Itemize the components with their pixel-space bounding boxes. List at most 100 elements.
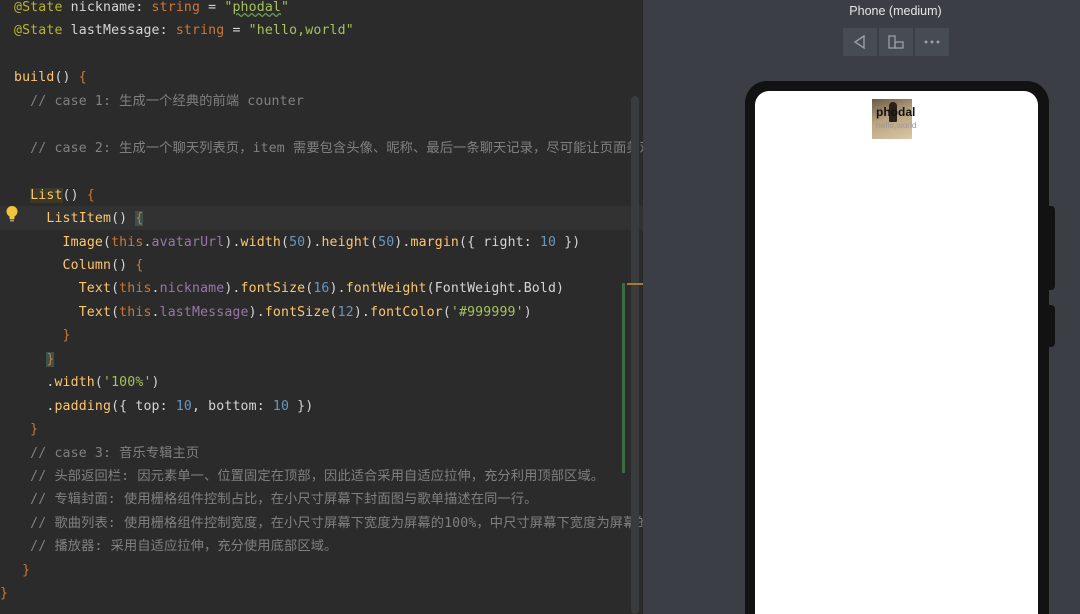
code-line[interactable]: } [14, 559, 30, 583]
code-token: } [14, 422, 39, 438]
code-token: ( [111, 304, 120, 320]
back-button[interactable] [843, 28, 877, 56]
code-token: ). [224, 281, 241, 297]
code-line[interactable]: // 播放器: 采用自适应拉伸，充分使用底部区域。 [14, 535, 337, 559]
list-item[interactable]: phodal hello,world [872, 99, 932, 139]
code-token: ). [353, 304, 370, 320]
code-token: = [200, 0, 225, 15]
code-token: ( [281, 234, 290, 250]
code-token: { [135, 211, 144, 227]
code-token: . [151, 281, 160, 297]
code-token: Text [78, 281, 112, 297]
code-token: string [151, 0, 201, 15]
code-editor[interactable]: @State nickname: string = "phodal" @State… [0, 0, 643, 614]
code-token: ( [442, 304, 451, 320]
code-token: 50 [378, 234, 395, 250]
code-token: " [281, 0, 290, 15]
code-token: '#999999' [450, 304, 524, 320]
code-token: ({ top: [111, 398, 176, 414]
code-token: () [111, 211, 136, 227]
code-line[interactable]: } [14, 418, 38, 442]
code-token: fontWeight [345, 281, 427, 297]
code-line[interactable]: } [0, 582, 8, 606]
code-token: , bottom: [192, 398, 273, 414]
code-line[interactable]: @State lastMessage: string = "hello,worl… [14, 19, 354, 43]
code-token: // case 3: 音乐专辑主页 [14, 445, 200, 461]
rotate-button[interactable] [879, 28, 913, 56]
code-line[interactable]: Text(this.lastMessage).fontSize(12).font… [14, 301, 532, 325]
code-token: ListItem [46, 211, 112, 227]
code-token: ). [394, 234, 411, 250]
code-token: ). [329, 281, 346, 297]
code-line[interactable]: .padding({ top: 10, bottom: 10 }) [14, 395, 313, 419]
code-token: ( [370, 234, 379, 250]
code-token: 10 [175, 398, 192, 414]
code-token: = [224, 23, 249, 39]
code-token: // case 1: 生成一个经典的前端 counter [14, 93, 304, 109]
code-token: ( [329, 304, 338, 320]
code-token: ). [305, 234, 322, 250]
code-token: () [111, 257, 136, 273]
code-line[interactable]: Text(this.nickname).fontSize(16).fontWei… [14, 277, 564, 301]
code-line[interactable]: } [14, 324, 71, 348]
nickname-text: phodal [876, 105, 916, 119]
code-token: Image [62, 234, 103, 250]
code-token: // 头部返回栏: 因元素单一、位置固定在顶部，因此适合采用自适应拉伸，充分利用… [14, 469, 605, 484]
code-token: fontColor [370, 304, 443, 320]
more-button[interactable] [915, 28, 949, 56]
code-token: . [151, 304, 160, 320]
code-token: lastMessage: [70, 23, 176, 39]
code-token: // 歌曲列表: 使用栅格组件控制宽度，在小尺寸屏幕下宽度为屏幕的100%，中尺… [14, 515, 643, 531]
code-token: @State [14, 23, 71, 39]
code-token: () [54, 70, 79, 86]
code-token: // 专辑封面: 使用栅格组件控制占比，在小尺寸屏幕下封面图与歌单描述在同一行。 [14, 492, 538, 508]
code-line[interactable]: // case 2: 生成一个聊天列表页，item 需要包含头像、昵称、最后一条… [14, 137, 643, 161]
code-line[interactable]: // 歌曲列表: 使用栅格组件控制宽度，在小尺寸屏幕下宽度为屏幕的100%，中尺… [14, 512, 643, 536]
code-token: 50 [289, 234, 306, 250]
code-token: ). [224, 234, 241, 250]
code-line[interactable]: ListItem() { [14, 207, 144, 231]
code-line[interactable]: Column() { [14, 254, 144, 278]
phone-side-button [1049, 305, 1055, 347]
rotate-device-icon [888, 35, 904, 49]
editor-scrollbar[interactable] [631, 96, 639, 614]
device-title: Phone (medium) [849, 4, 942, 18]
code-token: this [111, 234, 144, 250]
code-line[interactable]: Image(this.avatarUrl).width(50).height(5… [14, 231, 581, 255]
code-token: { [86, 187, 95, 203]
back-triangle-icon [853, 34, 865, 50]
phone-screen: phodal hello,world [755, 91, 1038, 614]
code-line[interactable]: @State nickname: string = "phodal" [14, 0, 289, 20]
code-token: width [54, 375, 95, 391]
phone-frame: phodal hello,world [745, 81, 1049, 614]
code-line[interactable]: // 专辑封面: 使用栅格组件控制占比，在小尺寸屏幕下封面图与歌单描述在同一行。 [14, 488, 537, 512]
code-line[interactable]: // case 1: 生成一个经典的前端 counter [14, 90, 304, 114]
code-line[interactable]: build() { [14, 66, 87, 90]
code-token: ({ right: [459, 234, 540, 250]
code-token: ( [94, 375, 103, 391]
code-token: lastMessage [159, 304, 249, 320]
code-token: ( [111, 281, 120, 297]
code-token: nickname: [70, 0, 152, 15]
vcs-change-tick [627, 283, 643, 285]
code-token: . [14, 375, 55, 391]
more-options-icon [924, 40, 940, 44]
code-line[interactable]: // 头部返回栏: 因元素单一、位置固定在顶部，因此适合采用自适应拉伸，充分利用… [14, 465, 604, 489]
code-token: avatarUrl [151, 234, 225, 250]
code-token: // case 2: 生成一个聊天列表页，item 需要包含头像、昵称、最后一条… [14, 140, 643, 156]
code-token: List [30, 187, 63, 203]
code-token: ) [151, 375, 160, 391]
code-line[interactable]: // case 3: 音乐专辑主页 [14, 442, 199, 466]
code-token: } [46, 351, 55, 367]
code-token: height [321, 234, 371, 250]
code-token: } [0, 586, 9, 602]
code-line[interactable]: List() { [14, 184, 95, 208]
code-line[interactable]: .width('100%') [14, 371, 160, 395]
code-token: Column [62, 257, 112, 273]
code-line[interactable]: } [14, 348, 55, 372]
